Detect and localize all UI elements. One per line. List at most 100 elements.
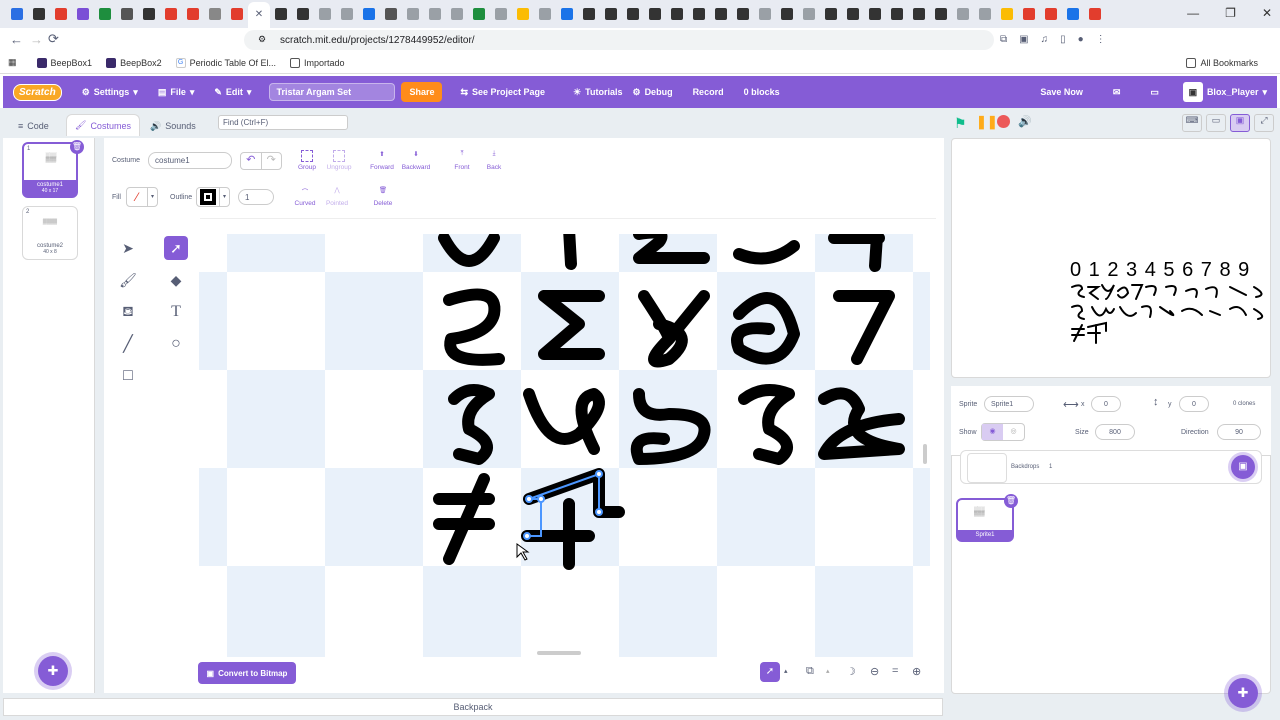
reshape-tool[interactable]: ➚ — [164, 236, 188, 260]
browser-tab[interactable] — [380, 3, 402, 25]
browser-tab[interactable] — [314, 3, 336, 25]
sprite-name-input[interactable]: Sprite1 — [984, 396, 1034, 412]
debug-button[interactable]: ⚙ Debug — [632, 76, 682, 108]
redo-icon[interactable]: ↷ — [260, 153, 282, 169]
rectangle-tool[interactable]: □ — [116, 364, 140, 388]
browser-tab[interactable] — [1018, 3, 1040, 25]
browser-tab[interactable] — [600, 3, 622, 25]
browser-tab[interactable] — [292, 3, 314, 25]
brush-tool[interactable]: 🖌 — [116, 268, 140, 292]
eraser-tool[interactable]: ◆ — [164, 268, 188, 292]
account-menu[interactable]: ▣ Blox_Player ▾ — [1173, 76, 1277, 108]
browser-tab[interactable] — [732, 3, 754, 25]
close-window-icon[interactable]: ✕ — [1262, 6, 1272, 20]
browser-tab[interactable] — [864, 3, 886, 25]
fullscreen-icon[interactable]: ⤢ — [1254, 114, 1274, 132]
chevron-up-icon[interactable]: ▴ — [784, 667, 788, 675]
horizontal-scrollbar[interactable] — [537, 651, 581, 655]
browser-tab[interactable] — [908, 3, 930, 25]
paint-canvas[interactable] — [199, 234, 930, 657]
browser-tab[interactable] — [358, 3, 380, 25]
bookmark-folder-importado[interactable]: Importado — [289, 57, 345, 68]
fill-color-picker[interactable]: ⁄ ▾ — [126, 187, 158, 207]
browser-tab[interactable] — [754, 3, 776, 25]
moon-icon[interactable]: ☽ — [846, 665, 856, 678]
tab-code[interactable]: ≡ Code — [10, 116, 57, 136]
browser-tab[interactable] — [72, 3, 94, 25]
console-icon[interactable]: ⌨ — [1182, 114, 1202, 132]
browser-tab[interactable] — [424, 3, 446, 25]
backward-button[interactable]: ⬇ Backward — [400, 150, 432, 171]
browser-tab[interactable] — [446, 3, 468, 25]
browser-tab[interactable] — [1062, 3, 1084, 25]
browser-tab[interactable] — [1084, 3, 1106, 25]
bookmark-beepbox1[interactable]: BeepBox1 — [36, 57, 92, 68]
tutorials-button[interactable]: ☀ Tutorials — [563, 76, 632, 108]
convert-to-bitmap-button[interactable]: ▣ Convert to Bitmap — [198, 662, 296, 684]
browser-tab[interactable] — [138, 3, 160, 25]
browser-tab[interactable] — [6, 3, 28, 25]
browser-tab[interactable] — [336, 3, 358, 25]
select-tool[interactable]: ➤ — [116, 236, 140, 260]
messages-icon[interactable]: ✉ — [1103, 76, 1131, 108]
share-button[interactable]: Share — [401, 82, 443, 102]
browser-tab[interactable] — [50, 3, 72, 25]
zoom-in-icon[interactable]: ⊕ — [912, 665, 921, 678]
hide-eye-icon[interactable]: ◎ — [1003, 424, 1024, 440]
extension-icon[interactable]: ⧉ — [1000, 34, 1007, 45]
browser-tab[interactable] — [622, 3, 644, 25]
choose-sprite-button[interactable]: ✚ — [1228, 678, 1258, 708]
reload-icon[interactable]: ⟳ — [48, 31, 59, 47]
back-button[interactable]: ⤓ Back — [484, 150, 504, 171]
browser-tab[interactable] — [468, 3, 490, 25]
browser-tab[interactable] — [842, 3, 864, 25]
tab-costumes[interactable]: 🖌 Costumes — [66, 114, 140, 136]
browser-tab[interactable] — [886, 3, 908, 25]
sprite-tile[interactable]: 🗑 ░░░ ▒▒▒ Sprite1 — [956, 494, 1018, 542]
group-button[interactable]: Group — [296, 150, 318, 171]
vertical-scrollbar[interactable] — [923, 444, 927, 464]
find-input[interactable]: Find (Ctrl+F) — [218, 115, 348, 130]
pointed-button[interactable]: ⋀ Pointed — [324, 186, 350, 207]
choose-costume-button[interactable]: ✚ — [38, 656, 68, 686]
browser-tab[interactable] — [1040, 3, 1062, 25]
project-title-input[interactable]: Tristar Argam Set — [269, 83, 396, 101]
profile-icon[interactable]: ● — [1078, 34, 1084, 45]
sidebar-icon[interactable]: ▯ — [1060, 34, 1066, 45]
browser-tab[interactable] — [556, 3, 578, 25]
zoom-reset-icon[interactable]: = — [892, 665, 898, 677]
costume-name-input[interactable]: costume1 — [148, 152, 232, 169]
forward-button[interactable]: ⬆ Forward — [368, 150, 396, 171]
costume-item-2[interactable]: 2 ▒▒▒▒ costume2 40 x 8 — [22, 206, 78, 260]
browser-tab[interactable] — [226, 3, 248, 25]
reshape-mode-button[interactable]: ➚ — [760, 662, 780, 682]
costume-item-1[interactable]: 1 🗑 ░░░ ▒▒▒ costume1 40 x 17 — [22, 140, 84, 198]
my-stuff-icon[interactable]: ▭ — [1140, 76, 1169, 108]
menu-icon[interactable]: ⋮ — [1096, 34, 1106, 45]
delete-costume-icon[interactable]: 🗑 — [70, 140, 84, 154]
choose-backdrop-button[interactable]: ▣ — [1231, 455, 1255, 479]
bookmark-periodic-table[interactable]: G Periodic Table Of El... — [175, 57, 276, 68]
browser-tab[interactable] — [974, 3, 996, 25]
browser-tab[interactable] — [820, 3, 842, 25]
browser-tab[interactable] — [94, 3, 116, 25]
browser-tab[interactable] — [644, 3, 666, 25]
undo-icon[interactable]: ↶ — [241, 153, 261, 169]
browser-tab[interactable] — [28, 3, 50, 25]
restore-icon[interactable]: ❐ — [1225, 6, 1236, 20]
zoom-out-icon[interactable]: ⊖ — [870, 665, 879, 678]
pause-icon[interactable]: ❚❚ — [976, 114, 998, 130]
scratch-logo[interactable]: Scratch — [3, 76, 72, 108]
site-info-icon[interactable]: ⚙ — [258, 34, 266, 45]
back-icon[interactable]: ← — [10, 32, 23, 47]
backpack[interactable]: Backpack — [3, 698, 943, 716]
browser-tab[interactable] — [952, 3, 974, 25]
layer-icon[interactable]: ⧉ — [806, 665, 814, 678]
browser-tab[interactable] — [666, 3, 688, 25]
bookmark-beepbox2[interactable]: BeepBox2 — [106, 57, 162, 68]
browser-tab[interactable] — [160, 3, 182, 25]
browser-tab[interactable] — [116, 3, 138, 25]
file-menu[interactable]: ▤ File ▾ — [148, 76, 205, 108]
browser-tab[interactable] — [930, 3, 952, 25]
browser-tab[interactable] — [534, 3, 556, 25]
